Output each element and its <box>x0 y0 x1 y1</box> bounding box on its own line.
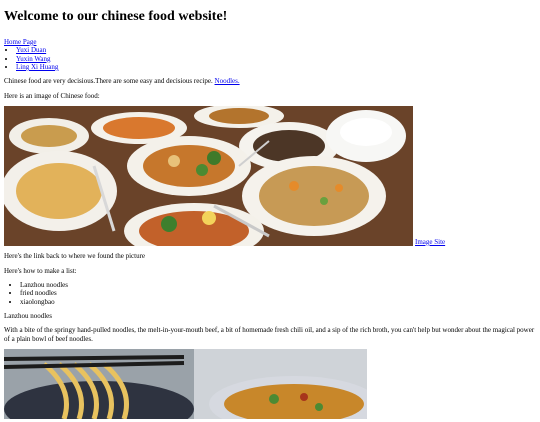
link-back-text: Here's the link back to where we found t… <box>4 252 146 261</box>
author-link-ling-xi-huang[interactable]: Ling Xi Huang <box>16 63 58 71</box>
list-item: Lanzhou noodles <box>20 281 536 289</box>
author-link-yuxi-duan[interactable]: Yuxi Duan <box>16 46 46 54</box>
page: Welcome to our chinese food website! Hom… <box>0 0 540 422</box>
home-page-link[interactable]: Home Page <box>4 38 536 46</box>
list-intro: Here's how to make a list: <box>4 266 77 275</box>
page-title: Welcome to our chinese food website! <box>4 9 228 24</box>
section-text: With a bite of the springy hand-pulled n… <box>4 326 535 343</box>
hero-row: Image Site <box>4 106 536 247</box>
list-item: fried noodles <box>20 289 536 297</box>
section-title: Lanzhou noodles <box>4 312 53 321</box>
food-list: Lanzhou noodles fried noodles xiaolongba… <box>4 281 536 306</box>
lanzhou-noodles-image <box>4 349 367 420</box>
intro-paragraph: Chinese food are very decisious.There ar… <box>4 77 536 85</box>
author-item: Yuxi Duan <box>16 46 536 54</box>
noodles-link[interactable]: Noodles. <box>215 77 240 85</box>
image-intro: Here is an image of Chinese food: <box>4 91 100 100</box>
intro-text: Chinese food are very decisious.There ar… <box>4 77 215 86</box>
author-link-yuxin-wang[interactable]: Yuxin Wang <box>16 55 51 63</box>
list-item: xiaolongbao <box>20 298 536 306</box>
author-list: Yuxi Duan Yuxin Wang Ling Xi Huang <box>4 46 536 71</box>
image-site-link[interactable]: Image Site <box>415 238 445 246</box>
chinese-food-image <box>4 106 413 247</box>
author-item: Yuxin Wang <box>16 55 536 63</box>
author-item: Ling Xi Huang <box>16 63 536 71</box>
